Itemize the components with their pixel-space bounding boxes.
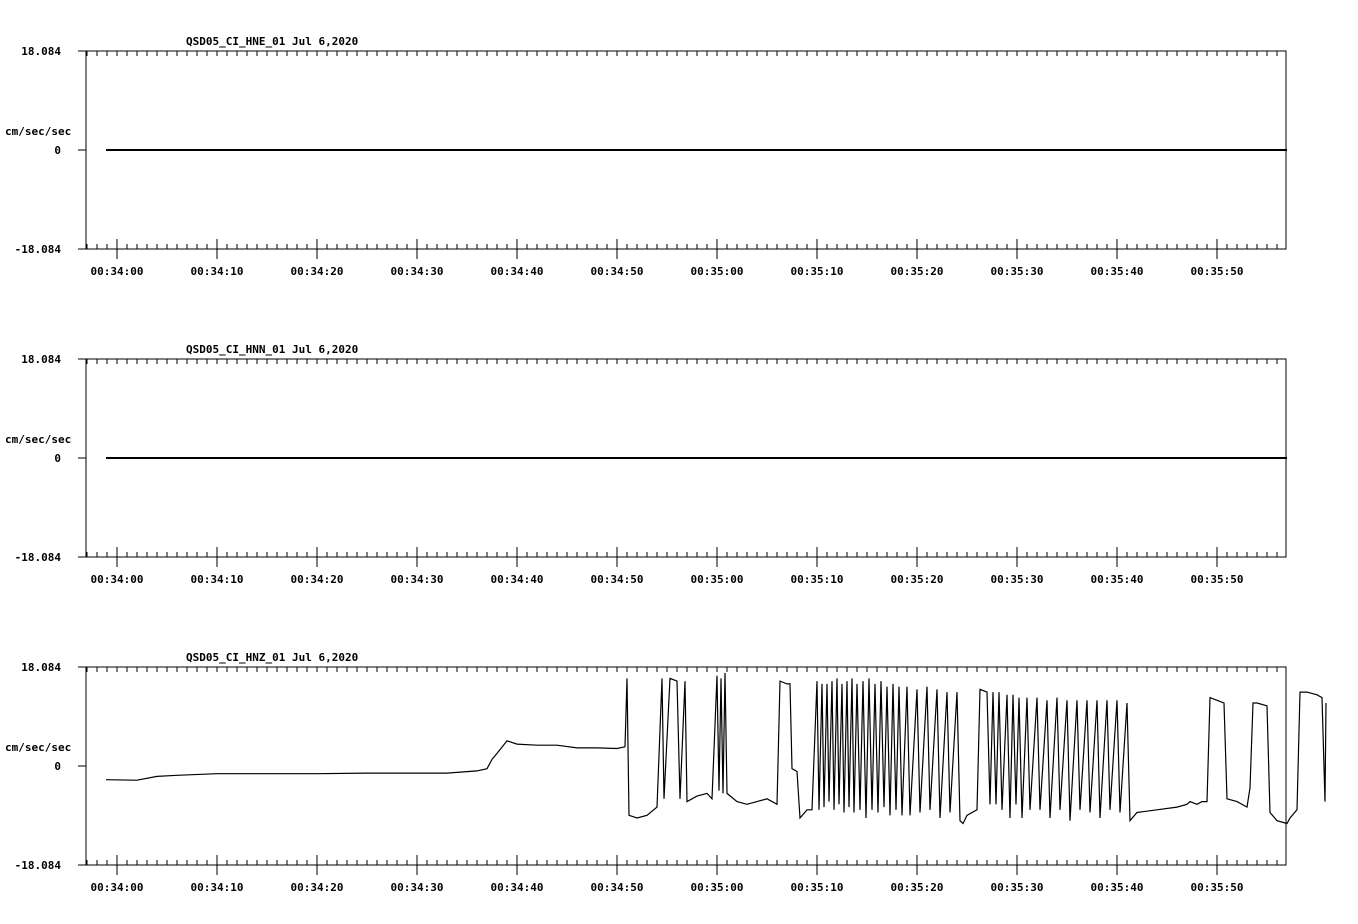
x-tick-label: 00:34:20 xyxy=(291,881,344,894)
y-tick-label: -18.084 xyxy=(15,859,62,872)
x-tick-label: 00:34:10 xyxy=(191,573,244,586)
x-tick-label: 00:35:00 xyxy=(691,573,744,586)
x-tick-label: 00:34:40 xyxy=(491,265,544,278)
x-tick-label: 00:35:30 xyxy=(991,573,1044,586)
x-tick-label: 00:34:40 xyxy=(491,573,544,586)
x-tick-label: 00:34:50 xyxy=(591,265,644,278)
x-tick-label: 00:35:40 xyxy=(1091,881,1144,894)
chart-panel-1: QSD05_CI_HNE_01 Jul 6,2020 18.084 0 -18.084… xyxy=(5,35,1287,278)
x-tick-label: 00:34:00 xyxy=(91,265,144,278)
x-tick-label: 00:35:30 xyxy=(991,265,1044,278)
x-tick-label: 00:35:20 xyxy=(891,265,944,278)
x-tick-label: 00:35:00 xyxy=(691,881,744,894)
x-tick-label: 00:35:40 xyxy=(1091,573,1144,586)
x-tick-label: 00:34:10 xyxy=(191,881,244,894)
x-tick-label: 00:34:50 xyxy=(591,573,644,586)
y-axis-label: cm/sec/sec xyxy=(5,125,71,138)
x-tick-label: 00:34:00 xyxy=(91,881,144,894)
x-tick-label: 00:34:20 xyxy=(291,265,344,278)
x-tick-label: 00:35:10 xyxy=(791,573,844,586)
x-tick-label: 00:34:10 xyxy=(191,265,244,278)
y-tick-label: 18.084 xyxy=(21,353,61,366)
chart-title: QSD05_CI_HNZ_01 Jul 6,2020 xyxy=(186,651,358,664)
y-tick-label: 0 xyxy=(54,144,61,157)
x-tick-label: 00:34:20 xyxy=(291,573,344,586)
x-tick-label: 00:35:20 xyxy=(891,881,944,894)
x-tick-label: 00:34:30 xyxy=(391,265,444,278)
y-tick-label: -18.084 xyxy=(15,551,62,564)
x-tick-label: 00:35:00 xyxy=(691,265,744,278)
y-tick-label: 0 xyxy=(54,452,61,465)
x-tick-label: 00:35:40 xyxy=(1091,265,1144,278)
x-tick-label: 00:34:40 xyxy=(491,881,544,894)
seismogram-canvas: QSD05_CI_HNE_01 Jul 6,2020 18.084 0 -18.084… xyxy=(5,35,1327,894)
trace-line xyxy=(105,672,1327,825)
x-tick-label: 00:35:50 xyxy=(1191,265,1244,278)
x-tick-label: 00:34:00 xyxy=(91,573,144,586)
x-tick-label: 00:35:50 xyxy=(1191,881,1244,894)
y-tick-label: 18.084 xyxy=(21,45,61,58)
x-tick-label: 00:35:10 xyxy=(791,265,844,278)
chart-title: QSD05_CI_HNN_01 Jul 6,2020 xyxy=(186,343,358,356)
x-tick-label: 00:34:30 xyxy=(391,881,444,894)
chart-panel-3: QSD05_CI_HNZ_01 Jul 6,2020 18.084 0 -18.084… xyxy=(5,651,1327,894)
x-tick-label: 00:35:20 xyxy=(891,573,944,586)
y-tick-label: -18.084 xyxy=(15,243,62,256)
x-tick-label: 00:34:50 xyxy=(591,881,644,894)
x-tick-label: 00:35:30 xyxy=(991,881,1044,894)
y-axis-label: cm/sec/sec xyxy=(5,433,71,446)
y-tick-label: 0 xyxy=(54,760,61,773)
x-tick-label: 00:35:10 xyxy=(791,881,844,894)
y-axis-label: cm/sec/sec xyxy=(5,741,71,754)
chart-title: QSD05_CI_HNE_01 Jul 6,2020 xyxy=(186,35,358,48)
x-tick-label: 00:34:30 xyxy=(391,573,444,586)
y-tick-label: 18.084 xyxy=(21,661,61,674)
chart-panel-2: QSD05_CI_HNN_01 Jul 6,2020 18.084 0 -18.084… xyxy=(5,343,1287,586)
x-tick-label: 00:35:50 xyxy=(1191,573,1244,586)
